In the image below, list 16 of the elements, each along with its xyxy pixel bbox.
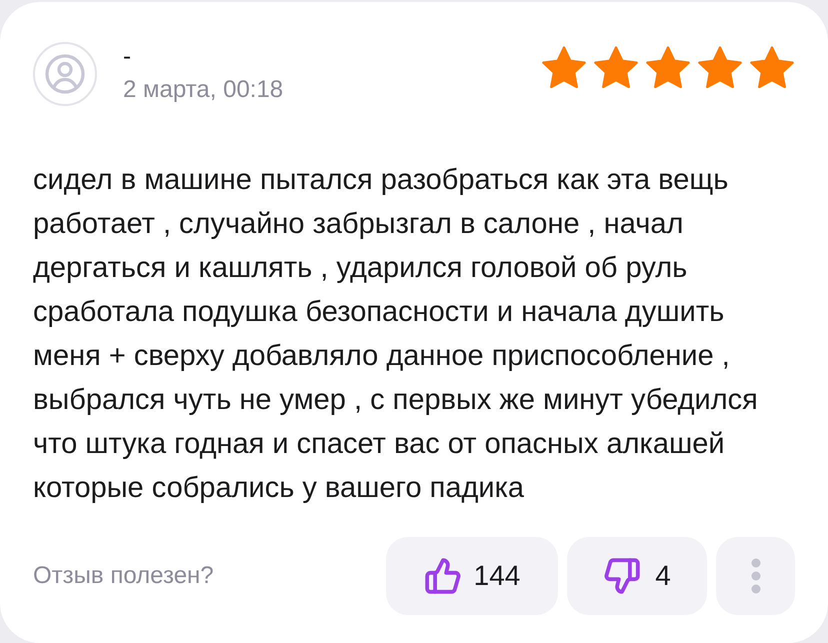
star-icon [645,46,691,90]
vertical-dots-icon [750,558,760,594]
author-name: - [123,42,132,72]
thumbs-down-icon [603,557,642,595]
star-icon [749,46,795,90]
more-options-button[interactable] [716,537,795,615]
review-date: 2 марта, 00:18 [123,75,284,105]
review-text: сидел в машине пытался разобраться как эта вещь работает , случайно забрызгал в салоне , начал дергаться и кашлять , ударился головой об руль сработала подушка безопасности и начала душить меня + сверху добавляло данное приспособление , выбрался чуть не умер , с первых же минут убедился что штука годная и спасет вас от опасных алкашей которые собрались у вашего падика [33,163,759,506]
like-button[interactable]: 144 [386,537,558,615]
helpful-question: Отзыв полезен? [33,561,214,591]
thumbs-up-icon [424,557,462,595]
dislike-button[interactable]: 4 [567,537,707,615]
star-icon [697,46,743,90]
star-icon [541,46,587,90]
user-avatar-icon [33,42,97,106]
star-icon [593,46,639,90]
